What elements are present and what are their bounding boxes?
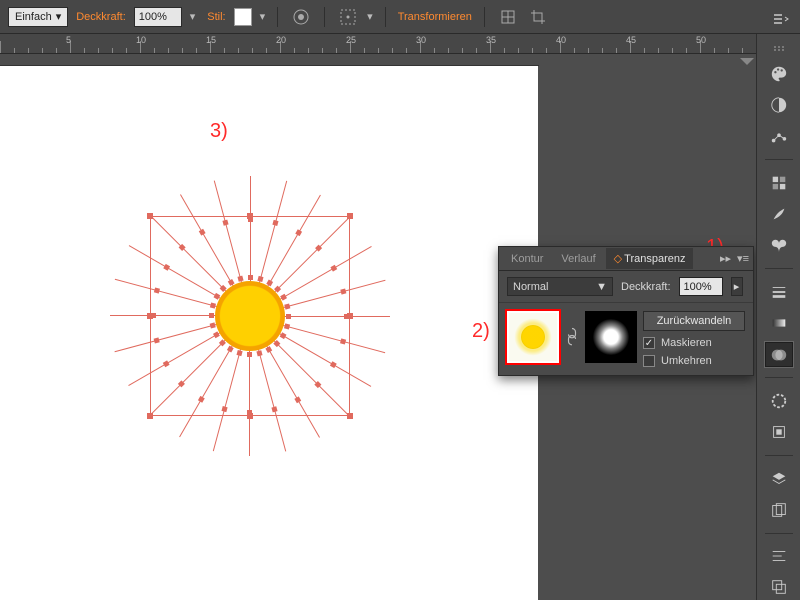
panel-grip-icon[interactable]	[764, 46, 794, 51]
radial-mask-icon	[593, 319, 629, 355]
chevron-down-icon[interactable]: ▾	[260, 10, 266, 23]
chevron-down-icon[interactable]: ▾	[367, 10, 373, 23]
crop-icon[interactable]	[527, 6, 549, 28]
graphic-styles-icon[interactable]	[765, 420, 793, 445]
symbols-icon[interactable]	[765, 233, 793, 258]
sun-icon	[522, 326, 544, 348]
options-toolbar: Einfach ▾ Deckkraft: 100% ▾ Stil: ▾ ▾ Tr…	[0, 0, 800, 34]
panel-opacity-label: Deckkraft:	[621, 281, 671, 293]
checkbox-icon	[643, 355, 655, 367]
color-palette-icon[interactable]	[765, 61, 793, 86]
artboard[interactable]	[0, 66, 538, 600]
scroll-up-icon[interactable]	[740, 58, 754, 72]
opacity-label: Deckkraft:	[76, 11, 126, 23]
ruler-number: 30	[416, 35, 426, 45]
separator	[324, 7, 325, 27]
mask-body: Zurückwandeln ✓Maskieren Umkehren	[499, 303, 753, 375]
chevron-down-icon: ▼	[596, 281, 607, 293]
sun-center[interactable]	[215, 281, 285, 351]
pathfinder-icon[interactable]	[765, 575, 793, 600]
swatches-icon[interactable]	[765, 170, 793, 195]
artwork-thumbnail[interactable]	[507, 311, 559, 363]
chevron-down-icon: ▾	[56, 10, 62, 23]
mode-dropdown[interactable]: Einfach ▾	[8, 7, 68, 27]
tab-transparenz[interactable]: ◇Transparenz	[606, 248, 694, 269]
separator	[277, 7, 278, 27]
ruler-number: 45	[626, 35, 636, 45]
align-icon[interactable]	[337, 6, 359, 28]
ruler-number: 50	[696, 35, 706, 45]
gradient-icon[interactable]	[765, 311, 793, 336]
isolate-icon[interactable]	[497, 6, 519, 28]
selected-object[interactable]	[150, 216, 350, 416]
panel-opacity-input[interactable]: 100%	[679, 277, 723, 296]
ruler-number: 15	[206, 35, 216, 45]
ruler-number: 20	[276, 35, 286, 45]
release-mask-button[interactable]: Zurückwandeln	[643, 311, 745, 331]
transform-button[interactable]: Transformieren	[398, 11, 472, 23]
transparency-icon[interactable]	[765, 342, 793, 367]
annotation-3: 3)	[210, 120, 228, 143]
separator	[385, 7, 386, 27]
artboards-icon[interactable]	[765, 497, 793, 522]
ruler-number: 5	[66, 35, 71, 45]
tab-verlauf[interactable]: Verlauf	[553, 249, 603, 269]
panel-tabs: Kontur Verlauf ◇Transparenz ▸▸ ▾≡	[499, 247, 753, 271]
horizontal-ruler: 5 10 15 20 25 30 35 40 45 50	[0, 34, 756, 54]
opacity-input[interactable]: 100%	[134, 7, 182, 27]
invert-checkbox[interactable]: Umkehren	[643, 355, 745, 367]
brushes-icon[interactable]	[765, 202, 793, 227]
panel-menu-icon[interactable]: ▾≡	[737, 252, 749, 265]
transparency-panel[interactable]: Kontur Verlauf ◇Transparenz ▸▸ ▾≡ Normal…	[498, 246, 754, 376]
clip-checkbox[interactable]: ✓Maskieren	[643, 337, 745, 349]
ruler-number: 35	[486, 35, 496, 45]
tab-kontur[interactable]: Kontur	[503, 249, 551, 269]
align-icon[interactable]	[765, 543, 793, 568]
blend-mode-dropdown[interactable]: Normal▼	[507, 277, 613, 296]
right-tool-strip	[756, 34, 800, 600]
opacity-flyout-icon[interactable]: ▸	[731, 277, 743, 296]
checkbox-checked-icon: ✓	[643, 337, 655, 349]
chevron-down-icon[interactable]: ▾	[190, 10, 196, 23]
ruler-number: 25	[346, 35, 356, 45]
recolor-icon[interactable]	[290, 6, 312, 28]
style-swatch[interactable]	[234, 8, 252, 26]
ruler-number: 10	[136, 35, 146, 45]
graph-icon[interactable]	[765, 124, 793, 149]
style-label: Stil:	[207, 11, 225, 23]
annotation-2: 2)	[472, 320, 490, 343]
expand-panel-icon[interactable]: ▸▸	[720, 252, 731, 265]
blend-row: Normal▼ Deckkraft: 100% ▸	[499, 271, 753, 303]
mode-dropdown-value: Einfach	[15, 11, 52, 23]
ruler-number: 40	[556, 35, 566, 45]
color-guide-icon[interactable]	[765, 93, 793, 118]
layers-icon[interactable]	[765, 466, 793, 491]
stroke-icon[interactable]	[765, 279, 793, 304]
separator	[484, 7, 485, 27]
appearance-icon[interactable]	[765, 388, 793, 413]
panel-menu-icon[interactable]	[770, 8, 792, 30]
mask-link-icon[interactable]	[565, 311, 579, 363]
mask-thumbnail[interactable]	[585, 311, 637, 363]
